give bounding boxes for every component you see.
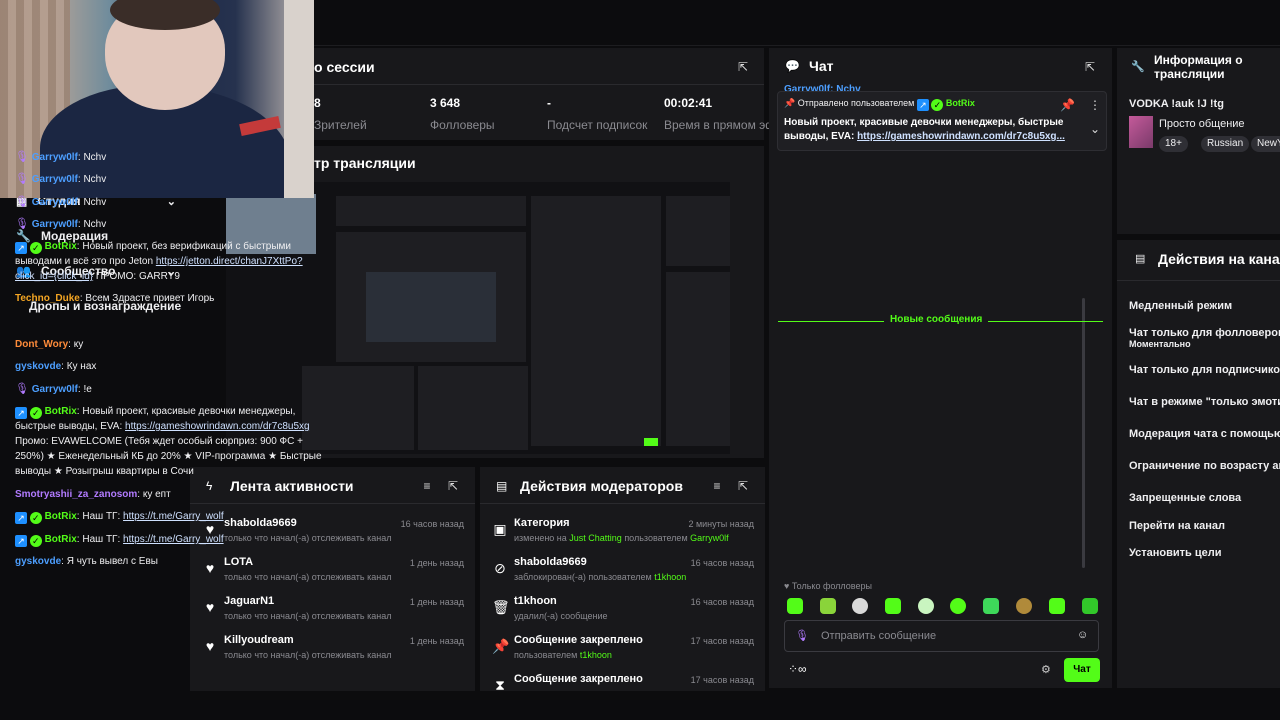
arrow-badge-icon: ↗: [916, 99, 929, 111]
modlog-row: ⧗ Сообщение закреплено 17 часов назад: [490, 673, 758, 693]
popout-icon[interactable]: ⇱: [736, 60, 750, 74]
action-subscribers-only[interactable]: Чат только для подписчиков: [1129, 364, 1280, 376]
action-followers-only[interactable]: Чат только для фолловеров: [1129, 327, 1280, 339]
category-icon: ▣: [493, 521, 507, 537]
emote[interactable]: [1016, 598, 1032, 614]
emote[interactable]: [918, 598, 934, 614]
feed-row: ♥ Killyoudream только что начал(-а) отсл…: [200, 634, 468, 672]
emote[interactable]: [787, 598, 803, 614]
modlog-row: 🗑 t1khoon удалил(-а) сообщение 16 часов …: [492, 595, 754, 621]
chat-message: 🎙 Garryw0lf: Nchv: [15, 151, 107, 163]
popout-icon[interactable]: ⇱: [446, 479, 460, 493]
chat-message: ↗ ✓ BotRix: Наш ТГ: https://t.me/Garry_w…: [15, 509, 333, 524]
tag[interactable]: Russian: [1201, 136, 1250, 152]
popout-icon[interactable]: ⇱: [736, 479, 750, 493]
emote[interactable]: [820, 598, 836, 614]
action-ai-moderation[interactable]: Модерация чата с помощью И: [1129, 428, 1280, 440]
followers-only-label: ♥ Только фолловеры: [784, 581, 872, 591]
popout-icon[interactable]: ⇱: [1083, 60, 1097, 74]
stat-subs: - Подсчет подписок: [547, 96, 648, 132]
more-icon[interactable]: ⋮: [1088, 98, 1102, 112]
chat-message: ↗ ✓ BotRix: Наш ТГ: https://t.me/Garry_w…: [15, 532, 333, 547]
send-button[interactable]: Чат: [1064, 658, 1100, 682]
session-card: о сессии ⇱ 8 Зрителей 3 648 Фолловеры - …: [300, 48, 796, 140]
chat-title: Чат: [809, 58, 834, 74]
tag[interactable]: 18+: [1159, 136, 1188, 152]
document-icon: ▤: [496, 479, 508, 493]
ban-icon: ⊘: [494, 560, 506, 576]
action-go-to-channel[interactable]: Перейти на канал: [1129, 520, 1225, 532]
mic-icon: 🎙: [795, 630, 809, 642]
chat-message: ↗ ✓ BotRix: Новый проект, красивые девоч…: [15, 406, 322, 477]
channel-actions: ▤ Действия на канал Медленный режим Чат …: [1117, 240, 1280, 688]
emoji-icon[interactable]: ☺: [1077, 629, 1088, 641]
stream-info: 🔧 Информация о трансляции VODKA !auk !J …: [1117, 48, 1280, 234]
new-messages-divider: Новые сообщения: [884, 314, 989, 325]
stat-live-time: 00:02:41 Время в прямом эфире: [664, 96, 796, 132]
session-title: о сессии: [314, 59, 375, 75]
emote[interactable]: [885, 598, 901, 614]
action-set-goals[interactable]: Установить цели: [1129, 547, 1222, 559]
chevron-down-icon[interactable]: ⌄: [1088, 122, 1102, 136]
chat-scrollbar[interactable]: [1082, 298, 1085, 568]
chat-input-placeholder: Отправить сообщение: [821, 630, 937, 642]
emote[interactable]: [852, 598, 868, 614]
emote[interactable]: [1082, 598, 1098, 614]
verified-badge-icon: ✓: [931, 99, 944, 111]
moderator-actions: ▤ Действия модераторов ≡ ⇱ ▣ Категория и…: [480, 467, 765, 693]
chat-message: Dont_Wory: ку: [15, 339, 84, 350]
chat-input[interactable]: 🎙 Отправить сообщение ☺: [784, 620, 1099, 652]
action-account-age[interactable]: Ограничение по возрасту акк: [1129, 460, 1280, 472]
webcam-overlay: [0, 0, 314, 198]
document-icon: ▤: [1135, 253, 1146, 265]
gear-icon[interactable]: ⚙: [1041, 663, 1051, 676]
stat-viewers: 8 Зрителей: [314, 96, 367, 132]
emote[interactable]: [1049, 598, 1065, 614]
tag[interactable]: NewY: [1251, 136, 1280, 152]
emote[interactable]: [950, 598, 966, 614]
action-slow-mode[interactable]: Медленный режим: [1129, 300, 1232, 312]
heart-icon: ♥: [205, 599, 215, 615]
pinned-link[interactable]: https://gameshowrindawn.com/dr7c8u5xg...: [857, 131, 1065, 142]
wrench-icon: 🔧: [1131, 61, 1145, 73]
chat-message: 🎙 Garryw0lf: Nchv: [15, 173, 107, 185]
filter-icon[interactable]: ≡: [420, 479, 434, 493]
chat-message: Smotryashii_za_zanosom: ку епт: [15, 489, 171, 500]
heart-icon: ♥: [205, 638, 215, 654]
action-followers-only-status: Моментально: [1129, 339, 1191, 349]
modlog-row: ⊘ shabolda9669 заблокирован(-а) пользова…: [490, 556, 758, 594]
chat-message: 🎙 Garryw0lf: !e: [15, 383, 92, 395]
modlog-row: 📌 Сообщение закреплено пользователем t1k…: [492, 634, 754, 660]
feed-row: ♥ JaguarN1 только что начал(-а) отслежив…: [200, 595, 468, 633]
action-emote-only[interactable]: Чат в режиме "только эмотик: [1129, 396, 1280, 408]
stat-followers: 3 648 Фолловеры: [430, 96, 495, 132]
chat-message: 🎙 Garryw0lf: Nchv: [15, 218, 107, 230]
info-title: Информация о трансляции: [1154, 53, 1243, 81]
chat-message: gyskovde: Ку нах: [15, 361, 97, 372]
modlog-title: Действия модераторов: [520, 478, 683, 494]
action-banned-words[interactable]: Запрещенные слова: [1129, 492, 1241, 504]
category-thumbnail: [1129, 116, 1153, 148]
stream-title: VODKA !auk !J !tg: [1129, 98, 1224, 110]
actions-title: Действия на канал: [1158, 251, 1280, 267]
chat-bubble-icon: 💬: [785, 59, 800, 73]
filter-icon[interactable]: ≡: [710, 479, 724, 493]
chat-message: gyskovde: Я чуть вывел с Евы: [15, 556, 158, 567]
chat-message: Techno_Duke: Всем Здрасте привет Игорь: [15, 293, 215, 304]
pin-icon: 📌: [492, 638, 510, 654]
pin-icon: 📌: [784, 98, 796, 108]
chat-message: 🎙 Garryw0lf: Nchv: [15, 196, 107, 208]
unpin-icon[interactable]: 📌: [1060, 98, 1075, 112]
emote[interactable]: [983, 598, 999, 614]
pinned-message[interactable]: 📌 Отправлено пользователем ↗ ✓ BotRix 📌 …: [777, 91, 1107, 151]
category-name: Просто общение: [1159, 118, 1245, 130]
chat-message: ↗ ✓ BotRix: Новый проект, без верификаци…: [15, 241, 303, 282]
infinity-icon[interactable]: ⁘∞: [788, 662, 807, 676]
divider: [300, 84, 764, 85]
trash-icon: 🗑: [492, 599, 510, 615]
modlog-row: ▣ Категория изменено на Just Chatting по…: [493, 517, 754, 543]
hourglass-icon: ⧗: [495, 677, 505, 693]
